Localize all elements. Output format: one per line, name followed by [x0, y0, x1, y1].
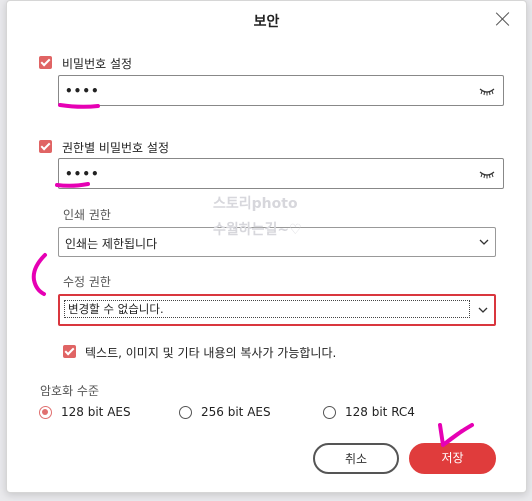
chevron-down-icon — [478, 307, 488, 313]
security-dialog: 보안 비밀번호 설정 •••• 권한별 비밀번호 설정 •••• 인쇄 권한 인… — [6, 0, 527, 493]
permission-password-value: •••• — [65, 167, 100, 181]
radio-128-rc4-label: 128 bit RC4 — [345, 405, 415, 419]
password-label: 비밀번호 설정 — [62, 57, 133, 71]
close-icon[interactable] — [494, 10, 512, 28]
hidden-eye-icon[interactable] — [479, 86, 495, 96]
radio-128-aes[interactable] — [39, 406, 52, 419]
radio-128-aes-label: 128 bit AES — [61, 405, 131, 419]
watermark-line-1: 스토리photo — [213, 196, 298, 212]
password-field[interactable]: •••• — [58, 75, 504, 106]
save-button[interactable]: 저장 — [409, 443, 496, 474]
password-value: •••• — [65, 84, 100, 98]
copy-label: 텍스트, 이미지 및 기타 내용의 복사가 가능합니다. — [85, 346, 337, 360]
edit-permission-select[interactable]: 변경할 수 없습니다. — [58, 294, 496, 326]
hidden-eye-icon[interactable] — [479, 169, 495, 179]
copy-checkbox[interactable] — [63, 345, 76, 358]
password-checkbox[interactable] — [39, 56, 52, 69]
watermark-line-2: 수월하는길~♡ — [213, 222, 302, 238]
print-permission-label: 인쇄 권한 — [63, 208, 111, 222]
cancel-button[interactable]: 취소 — [313, 443, 399, 474]
print-permission-value: 인쇄는 제한됩니다 — [65, 237, 158, 251]
radio-256-aes-label: 256 bit AES — [201, 405, 271, 419]
edit-permission-value: 변경할 수 없습니다. — [64, 300, 470, 318]
chevron-down-icon — [479, 239, 489, 245]
radio-128-rc4[interactable] — [323, 406, 336, 419]
radio-256-aes[interactable] — [179, 406, 192, 419]
permission-password-field[interactable]: •••• — [58, 158, 504, 189]
edit-permission-label: 수정 권한 — [63, 275, 111, 289]
encryption-label: 암호화 수준 — [40, 384, 100, 398]
permission-password-label: 권한별 비밀번호 설정 — [62, 141, 169, 155]
dialog-title: 보안 — [253, 14, 280, 30]
permission-password-checkbox[interactable] — [39, 140, 52, 153]
